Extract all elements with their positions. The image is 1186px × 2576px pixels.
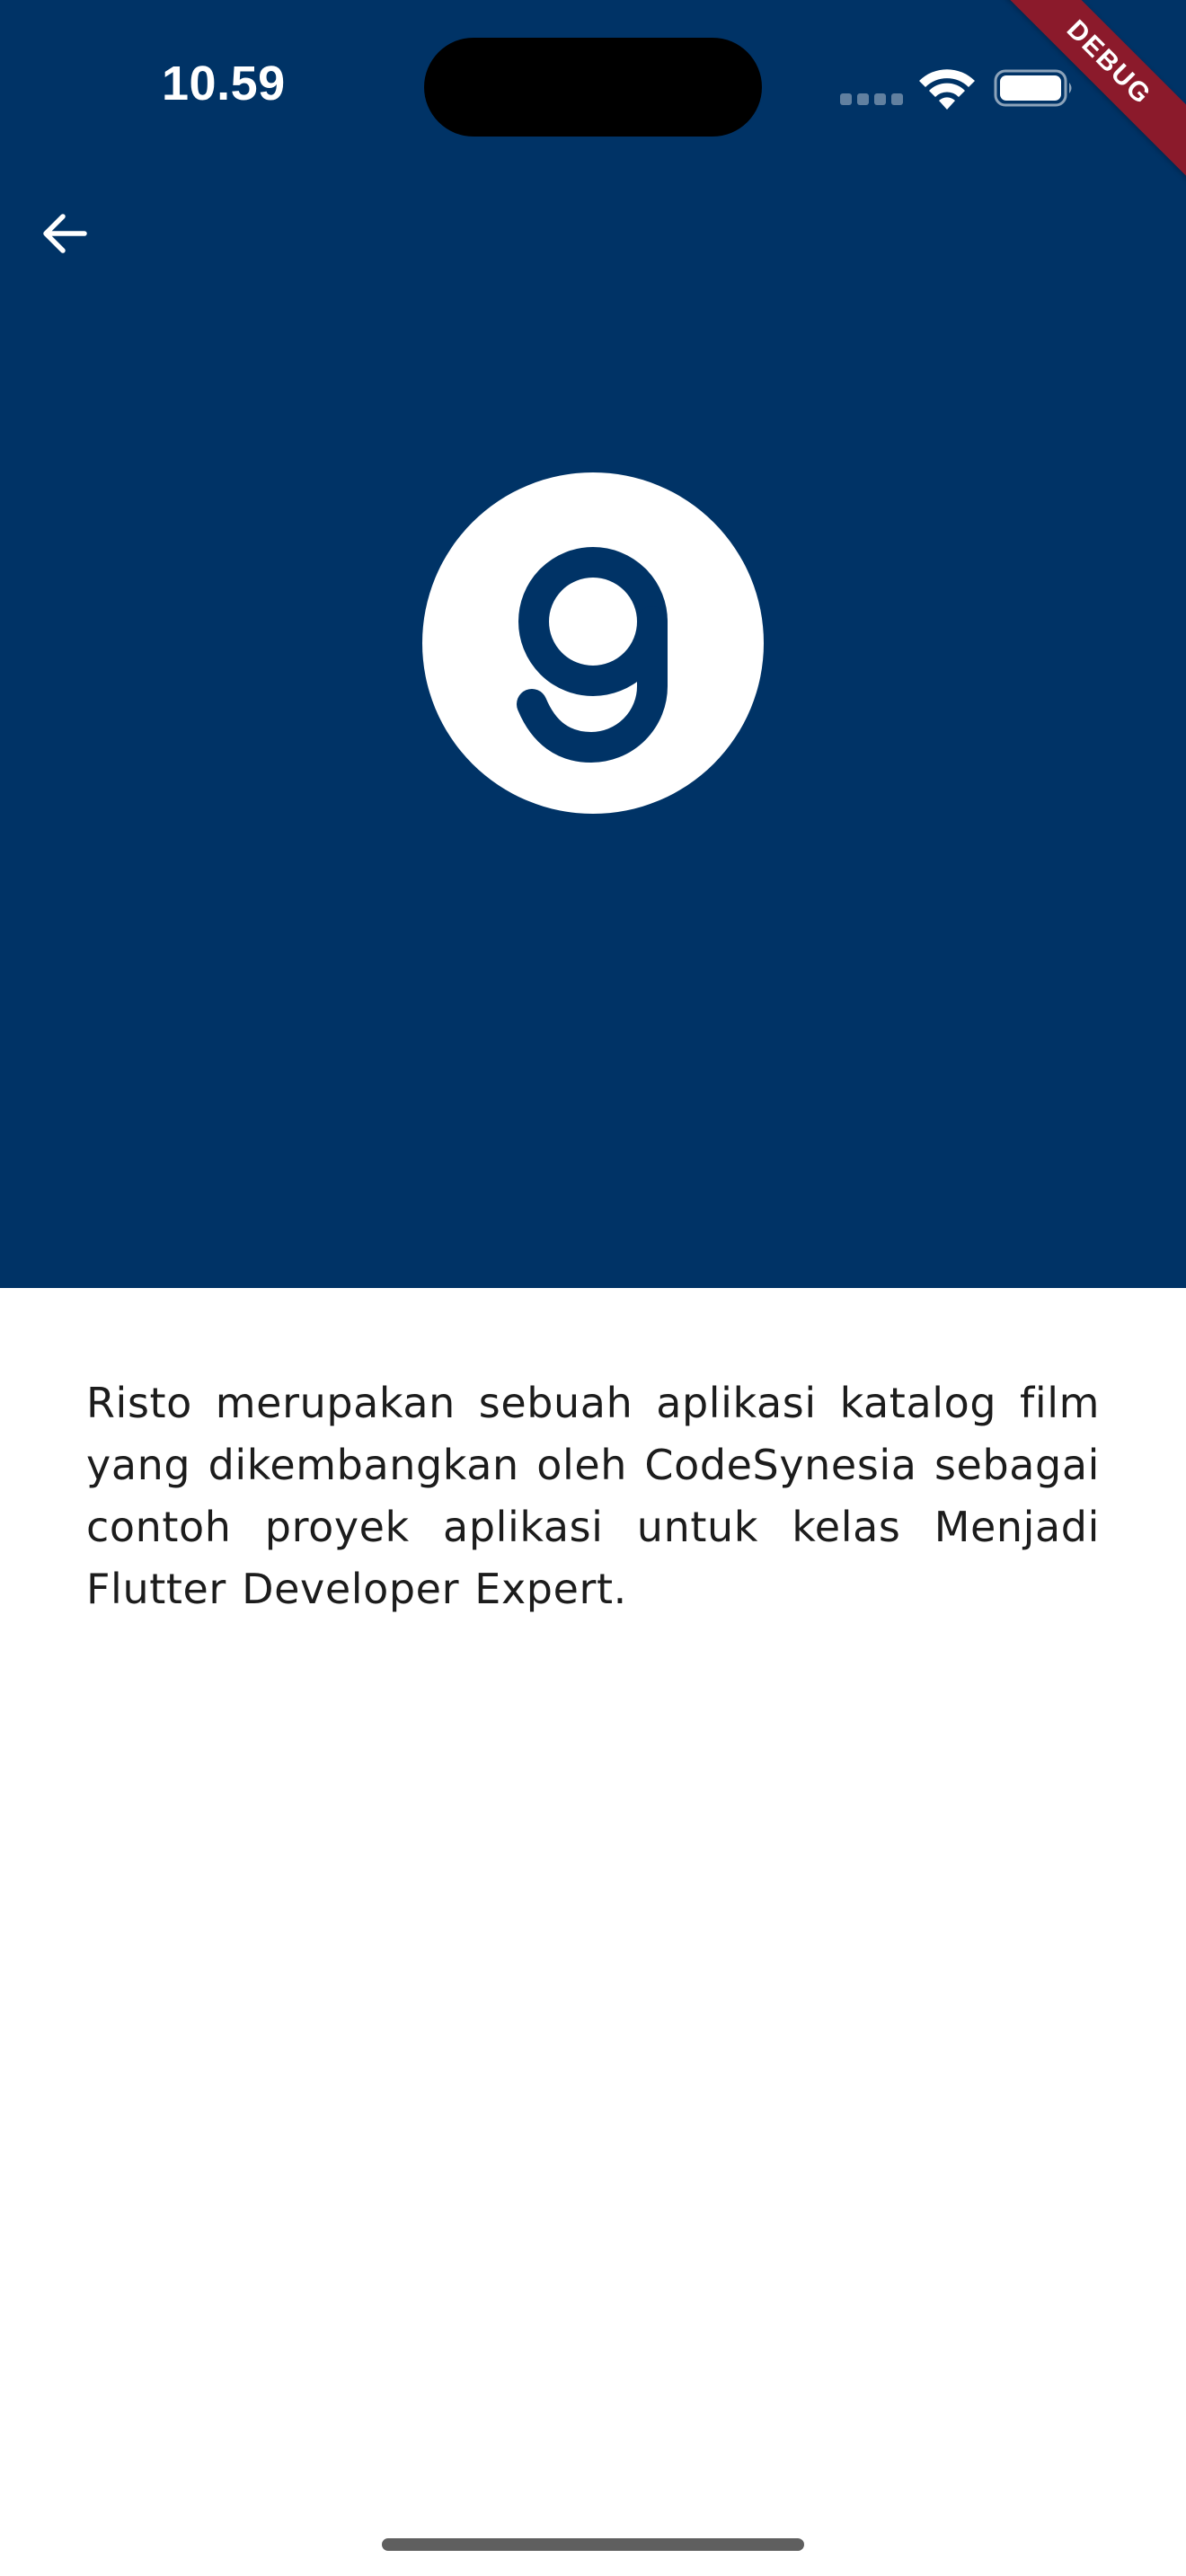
dynamic-island: [424, 38, 762, 137]
home-indicator[interactable]: [382, 2538, 804, 2551]
battery-icon: [994, 69, 1072, 107]
app-logo: [422, 472, 764, 814]
back-button[interactable]: [27, 196, 102, 271]
cellular-signal-icon: [840, 93, 903, 106]
about-description: Risto merupakan sebuah aplikasi katalog …: [86, 1379, 1100, 1613]
g-logo-icon: [517, 547, 668, 763]
hero-section: 10.59 DEBUG: [0, 0, 1186, 1288]
status-time: 10.59: [162, 57, 286, 110]
wifi-icon: [919, 69, 975, 110]
debug-banner-label: DEBUG: [1060, 14, 1157, 111]
arrow-left-icon: [43, 214, 87, 253]
about-screen: 10.59 DEBUG Risto merupakan sebuah aplik…: [0, 0, 1186, 2576]
